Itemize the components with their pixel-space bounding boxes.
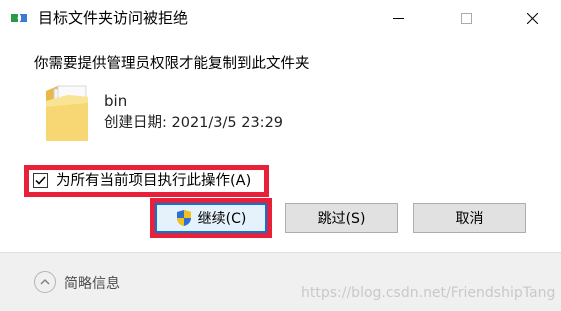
continue-label: 继续(C)	[197, 211, 247, 227]
close-icon	[526, 12, 538, 24]
continue-button[interactable]: 继续(C)	[155, 203, 267, 233]
apply-all-label[interactable]: 为所有当前项目执行此操作(A)	[56, 172, 251, 190]
window-title: 目标文件夹访问被拒绝	[38, 9, 189, 27]
created-date-label: 创建日期:	[104, 115, 167, 131]
minimize-icon	[392, 17, 404, 19]
permission-message: 你需要提供管理员权限才能复制到此文件夹	[34, 56, 310, 72]
minimize-button[interactable]	[375, 0, 421, 36]
skip-button[interactable]: 跳过(S)	[285, 203, 398, 233]
collapse-details-button[interactable]	[34, 271, 56, 293]
maximize-icon	[460, 12, 472, 24]
uac-shield-icon	[176, 210, 191, 226]
cancel-label: 取消	[455, 211, 484, 227]
details-toggle-label[interactable]: 简略信息	[64, 273, 120, 293]
close-button[interactable]	[509, 0, 555, 36]
skip-label: 跳过(S)	[317, 211, 366, 227]
footer: 简略信息 https://blog.csdn.net/FriendshipTan…	[0, 252, 561, 311]
created-date: 创建日期: 2021/3/5 23:29	[104, 114, 283, 132]
title-bar: 目标文件夹访问被拒绝	[0, 0, 561, 36]
watermark: https://blog.csdn.net/FriendshipTang	[301, 285, 556, 301]
checkmark-icon	[35, 176, 46, 185]
created-date-value: 2021/3/5 23:29	[171, 115, 284, 131]
maximize-button[interactable]	[443, 0, 489, 36]
file-name: bin	[104, 92, 128, 110]
file-transfer-icon	[11, 14, 27, 22]
folder-icon	[46, 85, 88, 141]
apply-all-checkbox[interactable]	[33, 173, 48, 188]
chevron-up-icon	[40, 279, 50, 285]
cancel-button[interactable]: 取消	[413, 203, 526, 233]
